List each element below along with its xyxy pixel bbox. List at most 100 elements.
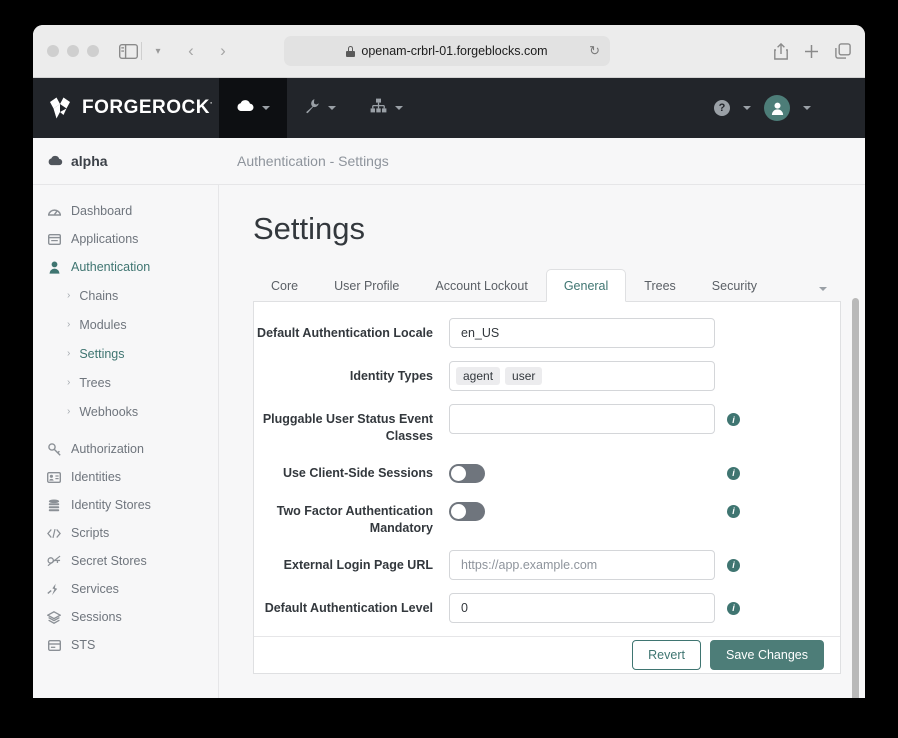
pluggable-user-status-event-classes-input[interactable] [449, 404, 715, 434]
sidebar: Dashboard Applications Authentication › … [33, 185, 219, 698]
sidebar-subitem-trees[interactable]: › Trees [33, 368, 218, 397]
chevron-down-icon [395, 106, 403, 110]
sidebar-item-services[interactable]: Services [33, 575, 218, 603]
default-authentication-locale-input[interactable] [449, 318, 715, 348]
sidebar-subitem-settings[interactable]: › Settings [33, 339, 218, 368]
field-row-use-client-side-sessions: Use Client-Side Sessions i [254, 458, 840, 483]
services-icon [47, 583, 61, 596]
chevron-left-icon[interactable]: ‹ [178, 38, 204, 64]
sidebar-item-label: Secret Stores [71, 554, 147, 568]
address-bar[interactable]: openam-crbrl-01.forgeblocks.com ↻ [284, 36, 610, 66]
user-avatar-icon[interactable] [764, 95, 790, 121]
page-title: Settings [253, 211, 366, 246]
chevron-right-icon: › [67, 290, 71, 301]
browser-window: ▾ ‹ › openam-crbrl-01.forgeblocks.com ↻ [33, 25, 865, 698]
identity-type-chip[interactable]: user [505, 367, 543, 385]
sidebar-item-identity-stores[interactable]: Identity Stores [33, 491, 218, 519]
breadcrumb: alpha Authentication - Settings [33, 138, 865, 185]
header-menu-realms[interactable] [353, 78, 420, 138]
sidebar-item-secret-stores[interactable]: Secret Stores [33, 547, 218, 575]
tab-trees[interactable]: Trees [626, 269, 694, 302]
chevron-down-icon[interactable]: ▾ [150, 46, 166, 57]
sidebar-item-applications[interactable]: Applications [33, 225, 218, 253]
sidebar-item-identities[interactable]: Identities [33, 463, 218, 491]
sitemap-icon [370, 98, 387, 118]
tab-general[interactable]: General [545, 269, 627, 302]
sidebar-item-label: Identity Stores [71, 498, 151, 512]
settings-card: Default Authentication Locale i Identity… [253, 302, 841, 674]
sidebar-subitem-label: Trees [79, 375, 111, 390]
info-icon[interactable]: i [727, 504, 740, 518]
sidebar-subitem-modules[interactable]: › Modules [33, 310, 218, 339]
tab-core[interactable]: Core [253, 269, 316, 302]
lock-icon [346, 45, 356, 57]
plus-icon[interactable] [804, 44, 819, 59]
header-menu-cloud[interactable] [219, 78, 287, 138]
chevron-right-icon[interactable]: › [210, 38, 236, 64]
chevron-right-icon: › [67, 406, 71, 417]
sidebar-item-sts[interactable]: STS [33, 631, 218, 659]
tabs-overflow-button[interactable] [805, 278, 841, 301]
page-scrollbar[interactable] [852, 298, 859, 698]
chevron-down-icon [819, 287, 827, 291]
sidebar-subitem-webhooks[interactable]: › Webhooks [33, 397, 218, 426]
use-client-side-sessions-toggle[interactable] [449, 463, 485, 483]
reload-icon[interactable]: ↻ [589, 43, 600, 59]
sidebar-item-label: Services [71, 582, 119, 596]
authentication-icon [47, 261, 61, 274]
secret-stores-icon [47, 555, 61, 567]
sidebar-item-scripts[interactable]: Scripts [33, 519, 218, 547]
maximize-window-button[interactable] [87, 45, 99, 57]
header-menu-tools[interactable] [287, 78, 353, 138]
sidebar-toggle-icon[interactable] [117, 40, 139, 62]
tab-account-lockout[interactable]: Account Lockout [417, 269, 545, 302]
sidebar-item-sessions[interactable]: Sessions [33, 603, 218, 631]
sidebar-item-label: STS [71, 638, 96, 652]
sidebar-subitem-label: Modules [79, 317, 127, 332]
identity-type-chip[interactable]: agent [456, 367, 501, 385]
applications-icon [47, 233, 61, 245]
save-changes-button[interactable]: Save Changes [709, 639, 824, 670]
chevron-right-icon: › [67, 348, 71, 359]
sidebar-item-dashboard[interactable]: Dashboard [33, 197, 218, 225]
tab-user-profile[interactable]: User Profile [316, 269, 417, 302]
tab-security[interactable]: Security [694, 269, 775, 302]
field-row-pluggable-user-status-event-classes: Pluggable User Status Event Classes i [254, 404, 840, 445]
identity-types-input[interactable]: agent user [449, 361, 715, 391]
tabs-overview-icon[interactable] [835, 43, 851, 59]
close-window-button[interactable] [47, 45, 59, 57]
help-icon[interactable]: ? [714, 100, 730, 116]
chevron-down-icon[interactable] [803, 106, 811, 110]
share-icon[interactable] [774, 42, 788, 60]
revert-button[interactable]: Revert [632, 639, 701, 670]
browser-toolbar: ▾ ‹ › openam-crbrl-01.forgeblocks.com ↻ [33, 25, 865, 78]
authorization-icon [47, 442, 61, 456]
info-icon[interactable]: i [727, 601, 740, 615]
info-icon[interactable]: i [727, 413, 740, 426]
settings-card-footer: Revert Save Changes [254, 635, 840, 674]
sidebar-subitem-label: Chains [79, 288, 119, 303]
realm-selector[interactable]: alpha [33, 153, 219, 169]
brand-logo[interactable]: FORGEROCK· [33, 78, 219, 138]
info-icon[interactable]: i [727, 466, 740, 480]
sidebar-item-authentication[interactable]: Authentication [33, 253, 218, 281]
external-login-page-url-input[interactable] [449, 549, 715, 580]
info-icon[interactable]: i [727, 558, 740, 572]
minimize-window-button[interactable] [67, 45, 79, 57]
field-label: Default Authentication Locale [257, 326, 433, 340]
field-label: External Login Page URL [283, 557, 433, 572]
default-authentication-level-input[interactable] [449, 592, 715, 623]
field-label: Use Client-Side Sessions [282, 465, 433, 480]
chevron-right-icon: › [67, 377, 71, 388]
page-scrollbar-thumb[interactable] [852, 298, 859, 698]
sidebar-item-label: Dashboard [71, 204, 133, 218]
chevron-down-icon [262, 106, 270, 110]
sidebar-item-authorization[interactable]: Authorization [33, 435, 218, 463]
sidebar-subitem-chains[interactable]: › Chains [33, 281, 218, 310]
two-factor-authentication-mandatory-toggle[interactable] [449, 501, 485, 521]
cloud-icon [47, 153, 63, 169]
chevron-down-icon[interactable] [743, 106, 751, 110]
url-text: openam-crbrl-01.forgeblocks.com [361, 44, 548, 58]
cloud-icon [236, 99, 254, 117]
toggle-knob [451, 503, 466, 519]
